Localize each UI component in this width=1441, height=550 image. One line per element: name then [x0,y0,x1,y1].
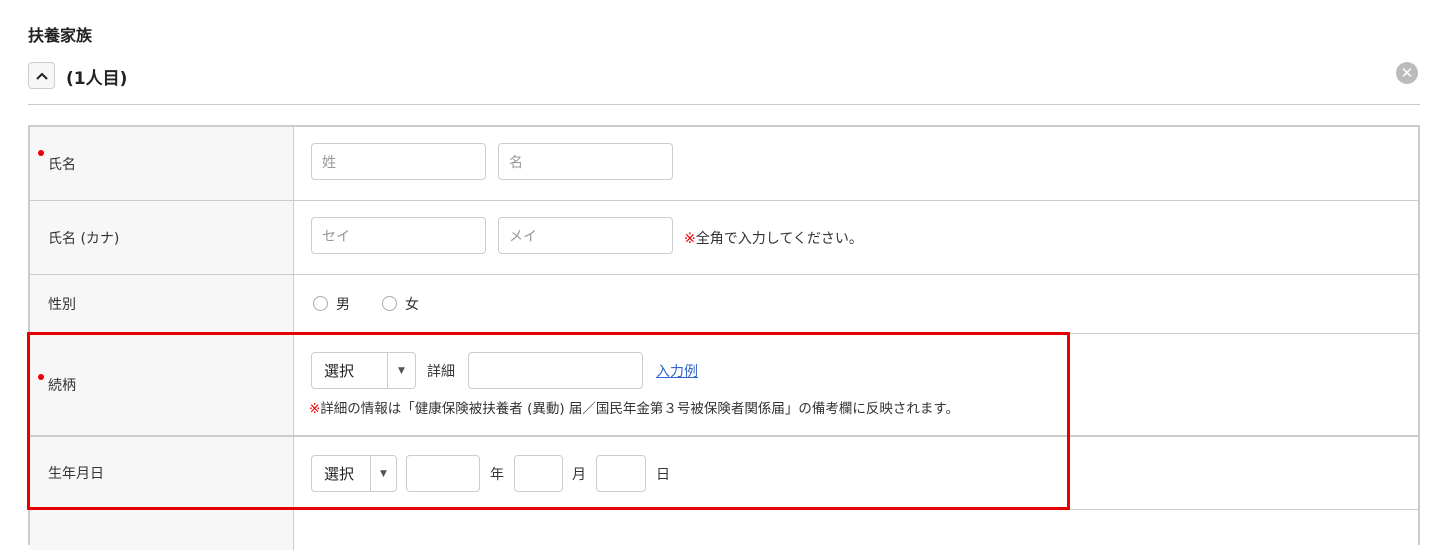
row-kana: 氏名 (カナ) セイ メイ ※全角で入力してください。 [30,201,1418,275]
last-name-input[interactable]: 姓 [311,143,486,180]
label-cell: 性別 [30,275,294,333]
radio-female-label: 女 [405,297,419,313]
section-title: 扶養家族 [28,26,93,45]
label-cell: 氏名 [30,127,294,200]
last-kana-input[interactable]: セイ [311,217,486,254]
person-heading: (1人目) [66,69,128,89]
remove-person-button[interactable]: ✕ [1396,62,1418,84]
row-name: 氏名 姓 名 [30,127,1418,201]
label-cell [30,510,294,550]
radio-male[interactable] [313,296,328,311]
divider [28,104,1420,105]
chevron-up-icon [35,72,48,80]
note-mark: ※ [684,231,696,247]
label-gender: 性別 [48,297,76,313]
required-icon [38,150,44,156]
first-name-input[interactable]: 名 [498,143,673,180]
close-icon: ✕ [1400,64,1414,82]
radio-female[interactable] [382,296,397,311]
row-next [30,510,1418,550]
row-gender: 性別 男 女 [30,275,1418,334]
first-kana-input[interactable]: メイ [498,217,673,254]
label-cell: 氏名 (カナ) [30,201,294,274]
kana-note: ※全角で入力してください。 [684,228,863,248]
highlight-box [27,332,1070,510]
label-name: 氏名 [48,156,76,173]
note-text: 全角で入力してください。 [695,231,863,247]
collapse-button[interactable] [28,62,55,89]
radio-male-label: 男 [336,297,350,313]
label-kana: 氏名 (カナ) [48,230,120,247]
